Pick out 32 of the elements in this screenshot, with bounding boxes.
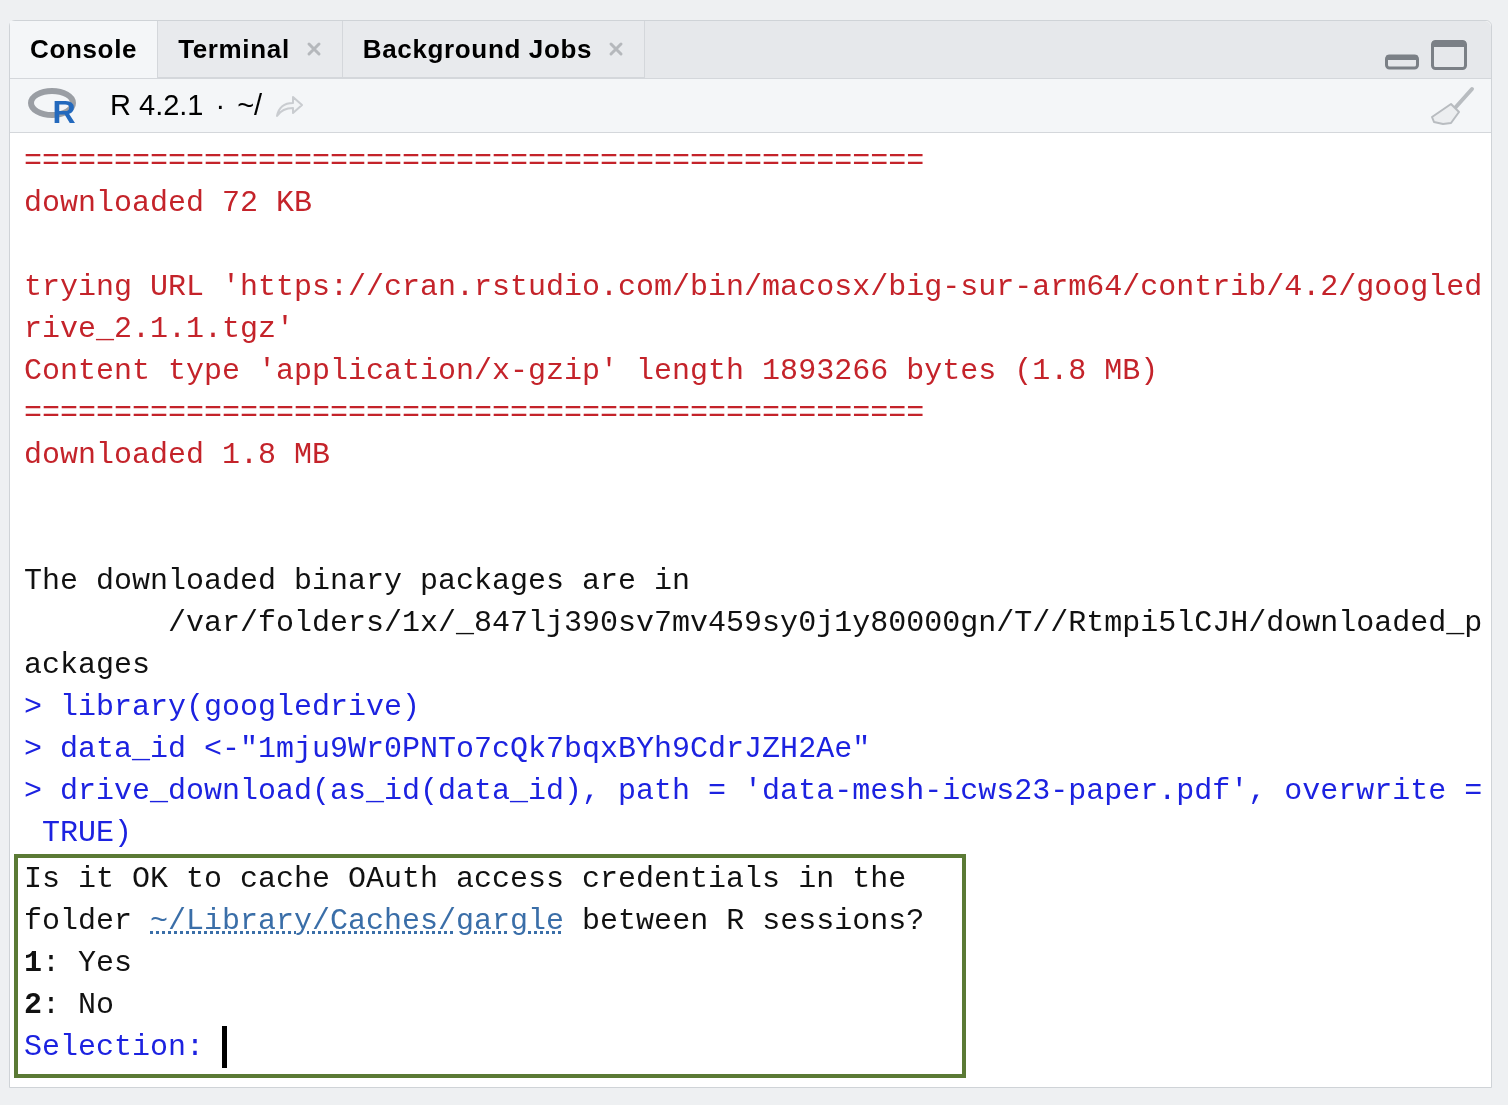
prompt-option: 1: Yes	[24, 942, 962, 984]
console-tab[interactable]: Console	[10, 21, 159, 78]
r-version: R 4.2.1	[110, 87, 204, 123]
prompt-option: 2: No	[24, 984, 962, 1026]
console-output: ==================================================	[24, 143, 926, 180]
selection-label: Selection:	[24, 1029, 205, 1066]
console-output: downloaded 72 KB	[24, 185, 314, 222]
console-output: ackages	[24, 647, 152, 684]
console-command: > drive_download(as_id(data_id), path = 'data-mesh-icws23-paper.pdf', overwrite =	[24, 773, 1484, 810]
text-cursor	[222, 1026, 228, 1068]
folder-link[interactable]: ~/Library/Caches/gargle	[150, 904, 565, 938]
working-directory: ~/	[237, 87, 263, 123]
console-output: trying URL 'https://cran.rstudio.com/bin/macosx/big-sur-arm64/contrib/4.2/googled	[24, 269, 1484, 306]
console-output: /var/folders/1x/_847lj390sv7mv459sy0j1y80000gn/T//Rtmpi5lCJH/downloaded_p	[167, 605, 1484, 642]
minimize-icon[interactable]	[1385, 54, 1419, 70]
console-output: downloaded 1.8 MB	[24, 437, 332, 474]
console-output: ==================================================	[24, 395, 926, 432]
console-output: Content type 'application/x-gzip' length 1893266 bytes (1.8 MB)	[24, 353, 1160, 390]
separator-dot: ·	[215, 87, 226, 123]
console-command: TRUE)	[41, 815, 134, 852]
console-command: > data_id <-"1mju9Wr0PNTo7cQk7bqxBYh9CdrJZH2Ae"	[24, 731, 872, 768]
console-tab[interactable]: Terminal	[158, 21, 343, 78]
prompt-question: Is it OK to cache OAuth access credentials in the	[24, 861, 908, 898]
close-icon[interactable]	[608, 41, 625, 57]
maximize-icon[interactable]	[1431, 40, 1467, 70]
console-tab[interactable]: Background Jobs	[342, 21, 646, 78]
close-icon[interactable]	[305, 41, 322, 57]
console-output: The downloaded binary packages are in	[24, 563, 692, 600]
broom-icon[interactable]	[1429, 85, 1475, 126]
prompt-question: folder ~/Library/Caches/gargle between R sessions?	[24, 903, 926, 940]
console-command: > library(googledrive)	[24, 689, 422, 726]
console-output: rive_2.1.1.tgz'	[24, 311, 296, 348]
